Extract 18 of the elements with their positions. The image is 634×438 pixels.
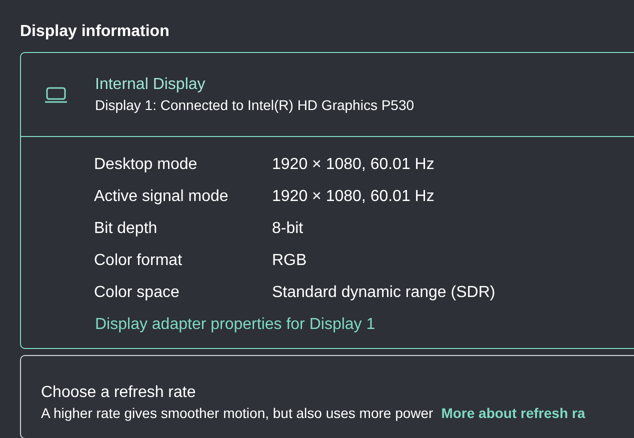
refresh-rate-description: A higher rate gives smoother motion, but also uses more power xyxy=(41,404,434,423)
laptop-icon xyxy=(44,86,68,104)
property-value: Standard dynamic range (SDR) xyxy=(272,284,496,302)
adapter-properties-link[interactable]: Display adapter properties for Display 1 xyxy=(95,309,376,341)
refresh-rate-title: Choose a refresh rate xyxy=(41,383,196,403)
property-value: 1920 × 1080, 60.01 Hz xyxy=(272,188,434,206)
property-label: Color space xyxy=(94,284,180,302)
property-value: RGB xyxy=(272,252,307,270)
property-label: Color format xyxy=(94,252,184,270)
display-name: Internal Display xyxy=(95,74,206,94)
property-value: 8-bit xyxy=(272,220,304,238)
property-label: Bit depth xyxy=(94,220,158,238)
property-label: Active signal mode xyxy=(94,188,230,206)
display-subtitle: Display 1: Connected to Intel(R) HD Graphics P530 xyxy=(95,96,414,114)
property-value: 1920 × 1080, 60.01 Hz xyxy=(272,156,434,174)
refresh-rate-link[interactable]: More about refresh ra xyxy=(441,403,586,423)
section-title: Display information xyxy=(20,22,170,42)
property-label: Desktop mode xyxy=(94,156,198,174)
